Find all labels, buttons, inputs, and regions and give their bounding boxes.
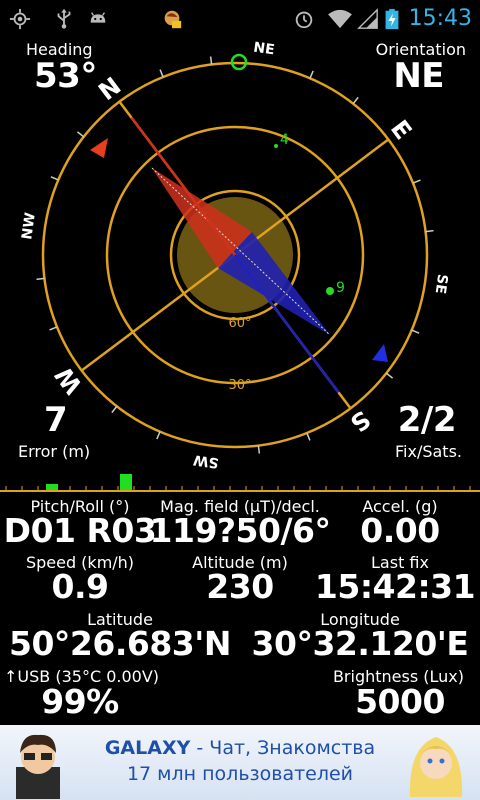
usb-icon (57, 8, 71, 29)
dial-tick (209, 56, 213, 65)
fix-sats-label: Fix/Sats. (395, 442, 462, 461)
signal-icon (357, 8, 378, 29)
satellite-4-label: 4 (280, 132, 289, 148)
mag-field-value: 119?50/6° (149, 511, 331, 550)
dial-tick (76, 131, 85, 138)
ad-avatar-female-icon (409, 737, 463, 797)
last-fix-value: 15:42:31 (314, 567, 476, 606)
error-value: 7 (44, 400, 68, 440)
cardinal-nw: NW (19, 211, 39, 240)
fix-sats-value: 2/2 (397, 400, 457, 440)
ad-headline[interactable]: GALAXY - Чат, Знакомства (70, 737, 410, 759)
alarm-icon (295, 11, 313, 29)
north-arrow-head (90, 138, 108, 158)
cardinal-w: W (50, 361, 88, 399)
heading-value: 53° (34, 56, 97, 96)
ad-brand: GALAXY (104, 737, 191, 759)
battery-charging-icon (385, 8, 399, 30)
satellite-9-dot (326, 287, 334, 295)
dial-tick (411, 329, 420, 334)
latitude-value: 50°26.683'N (9, 624, 232, 663)
altitude-value: 230 (206, 567, 274, 606)
south-arrow-head (372, 344, 388, 362)
elevation-60-label: 60° (228, 316, 251, 331)
speed-value: 0.9 (51, 567, 109, 606)
error-label: Error (m) (18, 442, 91, 461)
dial-tick (412, 179, 421, 184)
ad-headline-rest: - Чат, Знакомства (190, 737, 376, 759)
satellite-4-dot (274, 144, 278, 148)
divider-line (0, 490, 480, 492)
pitch-roll-value: D01 R03 (3, 511, 157, 550)
accel-value: 0.00 (360, 511, 440, 550)
satellite-9-label: 9 (336, 280, 345, 296)
android-icon (90, 12, 106, 23)
cardinal-ne: NE (252, 40, 275, 59)
dial-tick (425, 229, 434, 233)
elevation-30-label: 30° (228, 378, 251, 393)
dial-tick (309, 70, 314, 79)
ad-subline: 17 млн пользователей (126, 763, 354, 785)
dial-tick (111, 405, 118, 414)
dial-tick (156, 431, 161, 440)
orientation-value: NE (393, 56, 444, 96)
cardinal-sw: SW (192, 451, 220, 470)
ad-avatar-male-icon (16, 734, 60, 799)
dial-tick (257, 445, 261, 454)
dial-tick (159, 69, 164, 78)
longitude-value: 30°32.120'E (251, 624, 469, 663)
dial-tick (49, 326, 58, 331)
satellite-signal-bars (0, 470, 480, 492)
status-clock: 15:43 (408, 6, 472, 31)
wifi-icon (328, 9, 352, 29)
notification-app-icon (164, 10, 182, 29)
brightness-value: 5000 (355, 682, 445, 721)
dial-tick (352, 96, 359, 105)
signal-bar (120, 474, 132, 490)
cardinal-se: SE (432, 273, 451, 295)
status-bar: 15:43 (0, 0, 480, 38)
gps-icon (9, 8, 31, 30)
dial-tick (306, 432, 311, 441)
dial-tick (36, 277, 45, 281)
signal-bars-svg (5, 474, 471, 492)
battery-value: 99% (41, 682, 119, 721)
dial-tick (385, 372, 394, 379)
dial-tick (50, 176, 59, 181)
